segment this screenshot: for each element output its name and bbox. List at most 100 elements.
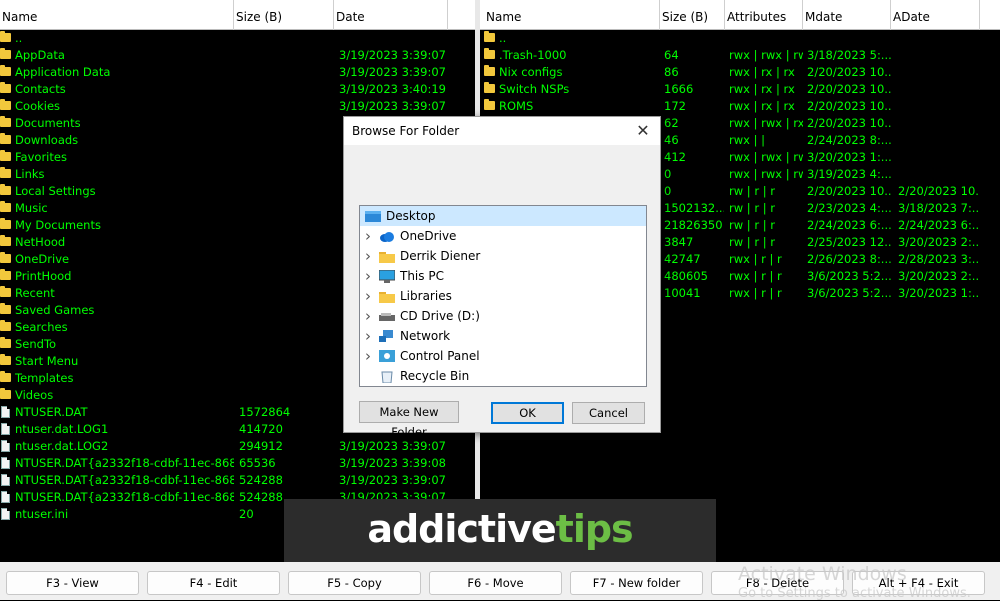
file-size: [239, 183, 334, 200]
file-adate: [898, 132, 980, 149]
file-size: 65536: [239, 456, 276, 470]
file-name: Videos: [15, 388, 54, 402]
tree-item-libraries[interactable]: › Libraries: [360, 286, 646, 306]
network-icon: [379, 329, 395, 342]
footer-button-f6[interactable]: F6 - Move: [429, 571, 562, 595]
file-size: 480605: [664, 269, 708, 283]
file-name-cell: Links: [0, 166, 234, 183]
file-size: [239, 200, 334, 217]
chevron-right-icon[interactable]: ›: [365, 326, 375, 346]
ok-button[interactable]: OK: [491, 402, 564, 424]
folder-tree[interactable]: Desktop › OneDrive › Derrik Diener › This PC › L…: [359, 205, 647, 387]
file-name-cell: Saved Games: [0, 302, 234, 319]
file-name-cell: ROMS: [484, 98, 660, 115]
chevron-right-icon[interactable]: ›: [365, 246, 375, 266]
chevron-right-icon[interactable]: ›: [365, 306, 375, 326]
tree-item-onedrive[interactable]: › OneDrive: [360, 226, 646, 246]
file-name: ntuser.dat.LOG1: [15, 422, 109, 436]
file-date: 3/19/2023 3:40:19 ...: [339, 82, 449, 96]
file-name: SendTo: [15, 337, 57, 351]
table-row[interactable]: ROMS 172 rwx | rx | rx 2/20/2023 10...: [480, 98, 1000, 115]
table-row[interactable]: ..: [0, 30, 475, 47]
tree-item-derrik-diener[interactable]: › Derrik Diener: [360, 246, 646, 266]
file-attributes: rwx | rwx | rwx: [729, 150, 803, 164]
tree-item-this-pc[interactable]: › This PC: [360, 266, 646, 286]
folder-icon: [0, 269, 11, 280]
folder-icon: [0, 252, 11, 263]
column-mdate-header[interactable]: Mdate: [803, 0, 891, 30]
file-attributes: rw | r | r: [729, 235, 775, 249]
file-size: 46: [664, 133, 679, 147]
file-adate: [898, 30, 980, 47]
file-name: ..: [15, 31, 23, 45]
tree-item-cd-drive-d[interactable]: › CD Drive (D:): [360, 306, 646, 326]
file-name-cell: ntuser.dat.LOG1: [0, 421, 234, 438]
footer-button-f4[interactable]: F4 - Edit: [147, 571, 280, 595]
file-mdate: 3/20/2023 1:...: [807, 150, 891, 164]
file-attributes: rwx | |: [729, 133, 765, 147]
file-icon: [1, 423, 10, 435]
file-size: [239, 387, 334, 404]
column-attributes-header[interactable]: Attributes: [725, 0, 803, 30]
table-row[interactable]: Nix configs 86 rwx | rx | rx 2/20/2023 10..…: [480, 64, 1000, 81]
file-size: [239, 370, 334, 387]
folder-icon: [0, 48, 11, 59]
file-mdate: [807, 30, 891, 47]
make-new-folder-button[interactable]: Make New Folder: [359, 401, 459, 439]
dialog-title-bar[interactable]: Browse For Folder ✕: [344, 117, 660, 145]
table-row[interactable]: Switch NSPs 1666 rwx | rx | rx 2/20/2023 10…: [480, 81, 1000, 98]
tree-item-label: This PC: [400, 269, 444, 283]
tree-item-recycle-bin[interactable]: Recycle Bin: [360, 366, 646, 386]
file-name-cell: ntuser.ini: [0, 506, 234, 523]
table-row[interactable]: ..: [480, 30, 1000, 47]
tree-item-desktop[interactable]: Desktop: [360, 206, 646, 226]
column-size-header[interactable]: Size (B): [660, 0, 725, 30]
file-name-cell: Favorites: [0, 149, 234, 166]
footer-button-f5[interactable]: F5 - Copy: [288, 571, 421, 595]
table-row[interactable]: Contacts 3/19/2023 3:40:19 ...: [0, 81, 475, 98]
footer-button-f3[interactable]: F3 - View: [6, 571, 139, 595]
cancel-button[interactable]: Cancel: [572, 402, 645, 424]
file-name: Contacts: [15, 82, 66, 96]
tree-item-network[interactable]: › Network: [360, 326, 646, 346]
tree-item-control-panel[interactable]: › Control Panel: [360, 346, 646, 366]
chevron-right-icon[interactable]: ›: [365, 286, 375, 306]
footer-button-f7[interactable]: F7 - New folder: [570, 571, 703, 595]
folder-icon: [0, 371, 11, 382]
file-adate: 3/20/2023 2:...: [898, 269, 980, 283]
file-icon: [1, 457, 10, 469]
folder-icon: [0, 65, 11, 76]
activate-windows-watermark: Activate Windows: [738, 563, 907, 585]
file-name-cell: NTUSER.DAT{a2332f18-cdbf-11ec-8680-0...: [0, 455, 234, 472]
folder-icon: [484, 82, 495, 93]
table-row[interactable]: Application Data 3/19/2023 3:39:07 ...: [0, 64, 475, 81]
chevron-right-icon[interactable]: ›: [365, 346, 375, 366]
column-size-header[interactable]: Size (B): [234, 0, 334, 30]
table-row[interactable]: .Trash-1000 64 rwx | rwx | rwx 3/18/2023 5:…: [480, 47, 1000, 64]
file-name-cell: ..: [484, 30, 660, 47]
folder-icon: [0, 286, 11, 297]
chevron-right-icon[interactable]: ›: [365, 266, 375, 286]
close-icon[interactable]: ✕: [632, 120, 654, 142]
file-mdate: 2/24/2023 8:...: [807, 133, 891, 147]
column-date-header[interactable]: Date: [334, 0, 448, 30]
table-row[interactable]: Cookies 3/19/2023 3:39:07 ...: [0, 98, 475, 115]
table-row[interactable]: NTUSER.DAT{a2332f18-cdbf-11ec-8680-0... 6…: [0, 455, 475, 472]
file-date: 3/19/2023 3:39:08 ...: [339, 456, 449, 470]
file-size: 3847: [664, 235, 694, 249]
file-name-cell: Application Data: [0, 64, 234, 81]
folder-icon: [484, 99, 495, 110]
chevron-right-icon[interactable]: ›: [365, 226, 375, 246]
file-size: [239, 268, 334, 285]
folder-icon: [0, 167, 11, 178]
file-attributes: rw | r | r: [729, 201, 775, 215]
file-name-cell: PrintHood: [0, 268, 234, 285]
table-row[interactable]: AppData 3/19/2023 3:39:07 ...: [0, 47, 475, 64]
column-name-header[interactable]: Name: [480, 0, 660, 30]
folder-icon: [0, 388, 11, 399]
table-row[interactable]: NTUSER.DAT{a2332f18-cdbf-11ec-8680-0... 5…: [0, 472, 475, 489]
column-adate-header[interactable]: ADate: [891, 0, 980, 30]
column-name-header[interactable]: Name: [0, 0, 234, 30]
file-name: Cookies: [15, 99, 61, 113]
file-adate: [898, 149, 980, 166]
